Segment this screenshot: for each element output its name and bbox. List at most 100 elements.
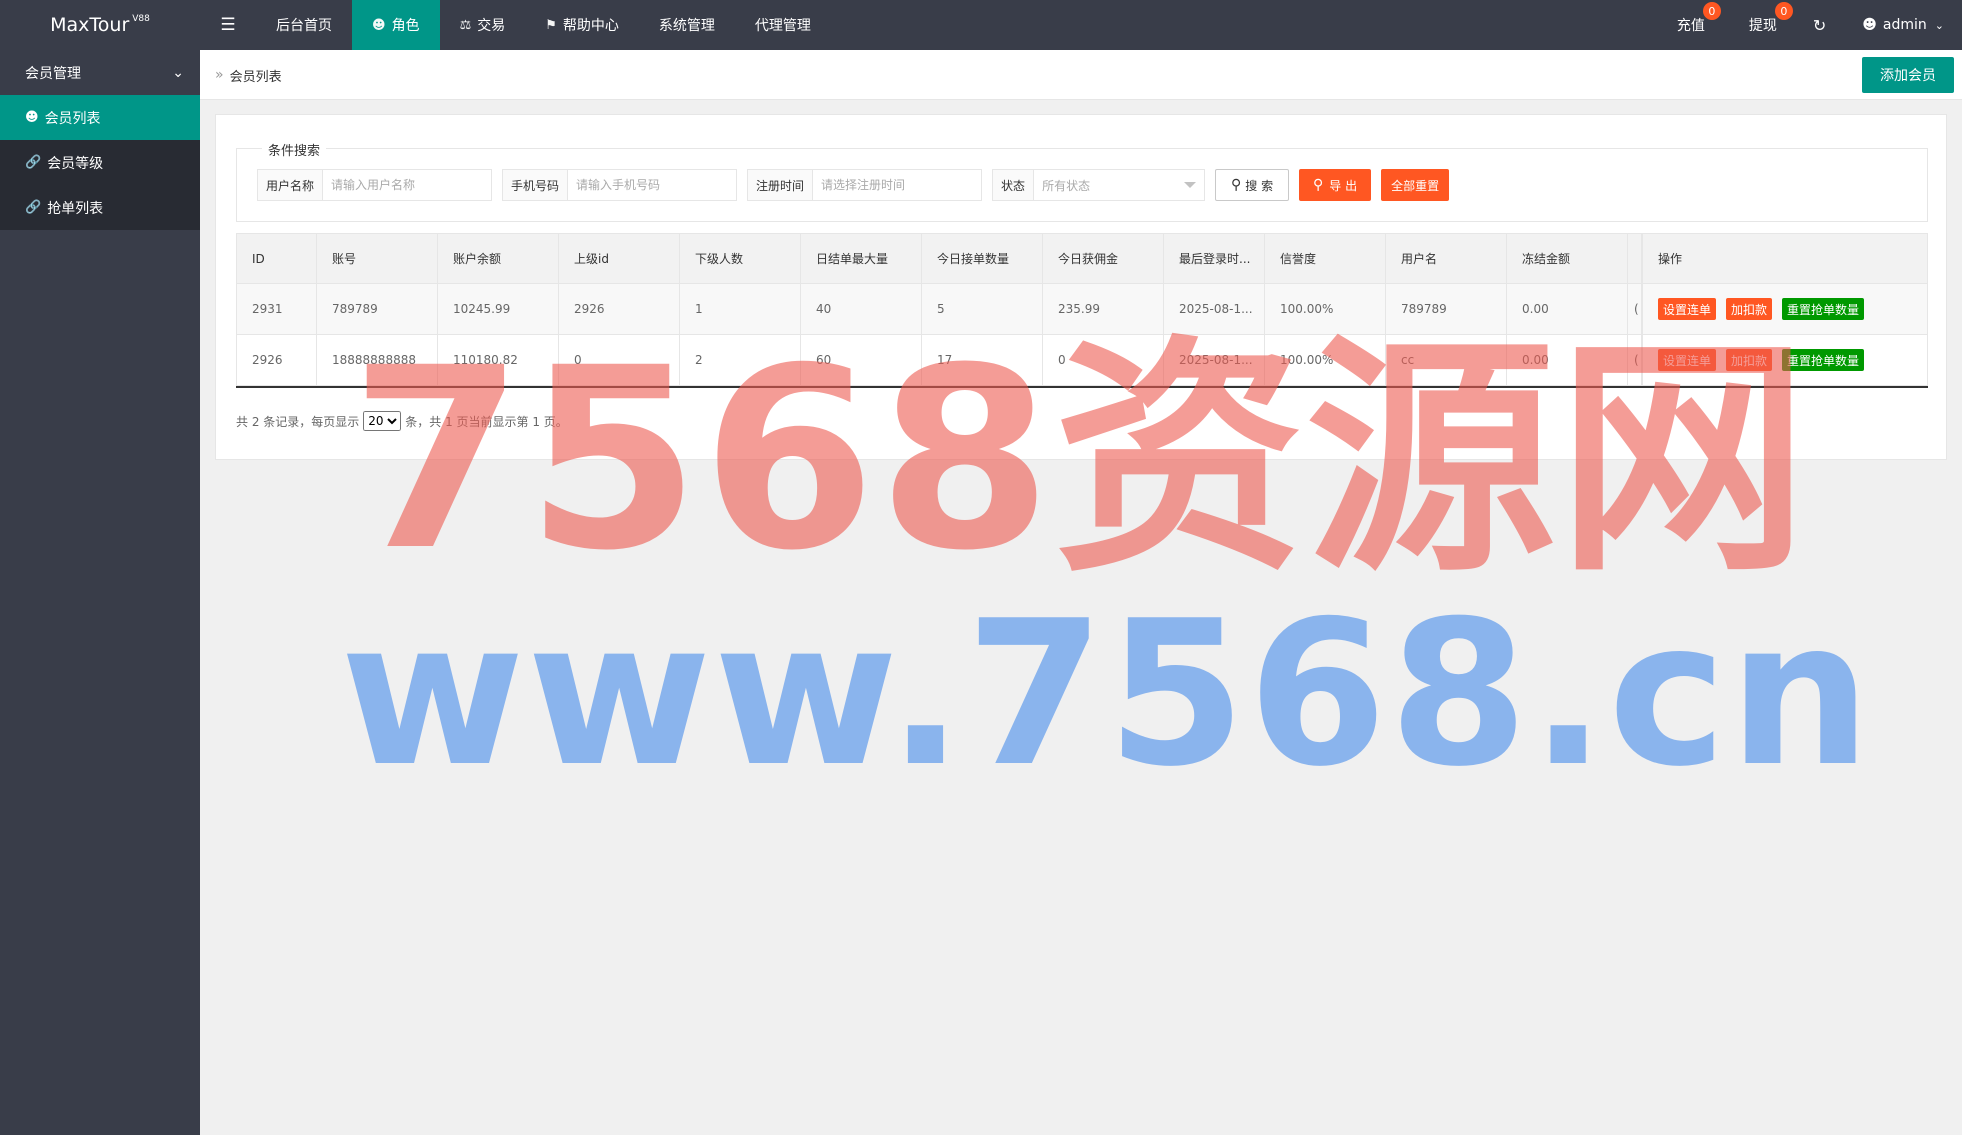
nav-label: 角色	[391, 18, 420, 34]
reset-grab-button[interactable]: 重置抢单数量	[1782, 349, 1865, 371]
search-filters: 用户名称 手机号码 注册时间 状态 所有状态 ⚲ 搜 索	[257, 169, 1459, 201]
breadcrumb-current[interactable]: 会员列表	[230, 66, 282, 85]
page-size-select[interactable]: 20	[363, 411, 402, 431]
nav-label: 后台首页	[276, 18, 332, 34]
table-cell: cc	[1386, 335, 1507, 385]
user-menu[interactable]: ☻ admin ⌄	[1840, 0, 1962, 50]
table-header[interactable]: 下级人数	[680, 234, 801, 283]
table-cell: 17	[922, 335, 1043, 385]
search-icon: ⚲	[1313, 177, 1324, 193]
search-legend: 条件搜索	[262, 140, 327, 159]
table-actions: 设置连单 加扣款 重置抢单数量	[1642, 335, 1928, 385]
username-input[interactable]	[323, 170, 492, 200]
table-header[interactable]: 上级id	[559, 234, 680, 283]
table-header[interactable]: 账号	[317, 234, 438, 283]
table-cell: 2025-08-1...	[1164, 335, 1265, 385]
add-member-button[interactable]: 添加会员	[1862, 57, 1954, 93]
flag-icon: ⚑	[545, 17, 557, 33]
table-cell: 0	[1043, 335, 1164, 385]
sidebar: 会员管理 ⌄ ☻ 会员列表 🔗 会员等级 🔗 抢单列表	[0, 50, 200, 1135]
link-icon: 🔗	[25, 200, 42, 215]
top-header: MaxTour V88 ☰ 后台首页 ☻ 角色 ⚖ 交易 ⚑ 帮助中心 系统管理 代理管…	[0, 0, 1962, 50]
user-icon: ☻	[25, 110, 39, 125]
search-button-label: 搜 索	[1245, 178, 1274, 193]
add-deduct-button[interactable]: 加扣款	[1726, 298, 1773, 320]
recharge-button[interactable]: 充值 0	[1655, 0, 1727, 50]
table-cell: 789789	[1386, 284, 1507, 334]
reset-all-label: 全部重置	[1391, 178, 1440, 193]
table-cell: 18888888888	[317, 335, 438, 385]
chevron-down-icon: ⌄	[172, 64, 184, 81]
sidebar-item-member-level[interactable]: 🔗 会员等级	[0, 140, 200, 185]
nav-item-home[interactable]: 后台首页	[256, 0, 352, 50]
nav-item-agent[interactable]: 代理管理	[735, 0, 831, 50]
export-button[interactable]: ⚲ 导 出	[1299, 169, 1372, 201]
table-row: 2931 789789 10245.99 2926 1 40 5 235.99 …	[236, 284, 1928, 335]
table-cell: (	[1628, 335, 1642, 385]
table-actions: 设置连单 加扣款 重置抢单数量	[1642, 284, 1928, 334]
table-cell: 100.00%	[1265, 335, 1386, 385]
table-header[interactable]: 今日获佣金	[1043, 234, 1164, 283]
table-header[interactable]: 冻结金额	[1507, 234, 1628, 283]
app-name: MaxTour	[50, 14, 130, 36]
table-cell: 0	[559, 335, 680, 385]
chevron-down-icon: ⌄	[1934, 18, 1944, 32]
table-cell: 2025-08-1...	[1164, 284, 1265, 334]
table-header[interactable]: 账户余额	[438, 234, 559, 283]
reset-all-button[interactable]: 全部重置	[1381, 169, 1450, 201]
watermark-url: www.7568.cn	[340, 578, 1874, 811]
user-icon: ☻	[1862, 17, 1877, 33]
status-select[interactable]: 所有状态	[1034, 170, 1204, 200]
table-row: 2926 18888888888 110180.82 0 2 60 17 0 2…	[236, 335, 1928, 386]
username: admin	[1882, 17, 1927, 33]
nav-item-help[interactable]: ⚑ 帮助中心	[525, 0, 639, 50]
sidebar-item-member-list[interactable]: ☻ 会员列表	[0, 95, 200, 140]
table-header[interactable]: 最后登录时...	[1164, 234, 1265, 283]
set-chain-button[interactable]: 设置连单	[1658, 298, 1717, 320]
regtime-filter: 注册时间	[747, 169, 983, 201]
set-chain-button[interactable]: 设置连单	[1658, 349, 1717, 371]
table-cell: 10245.99	[438, 284, 559, 334]
member-list-card: 条件搜索 用户名称 手机号码 注册时间 状态 所有状态	[215, 114, 1947, 460]
reset-grab-button[interactable]: 重置抢单数量	[1782, 298, 1865, 320]
username-label: 用户名称	[258, 170, 324, 200]
status-select-value: 所有状态	[1042, 178, 1091, 193]
pager-suffix: 条，共 1 页当前显示第 1 页。	[405, 414, 568, 429]
breadcrumb: » 会员列表	[215, 50, 282, 100]
table-header-row: ID 账号 账户余额 上级id 下级人数 日结单最大量 今日接单数量 今日获佣金…	[236, 233, 1928, 284]
sidebar-item-grab-list[interactable]: 🔗 抢单列表	[0, 185, 200, 230]
nav-item-role[interactable]: ☻ 角色	[352, 0, 440, 50]
sidebar-group-label: 会员管理	[25, 65, 81, 82]
table-header[interactable]: 日结单最大量	[801, 234, 922, 283]
table-header[interactable]: 用户名	[1386, 234, 1507, 283]
add-deduct-button[interactable]: 加扣款	[1726, 349, 1773, 371]
nav-label: 系统管理	[658, 18, 715, 34]
sidebar-submenu: ☻ 会员列表 🔗 会员等级 🔗 抢单列表	[0, 95, 200, 230]
refresh-icon[interactable]: ↻	[1799, 0, 1840, 50]
breadcrumb-bar: » 会员列表 添加会员	[200, 50, 1962, 100]
table-header[interactable]: 今日接单数量	[922, 234, 1043, 283]
user-icon: ☻	[372, 17, 386, 33]
table-header[interactable]: ID	[236, 234, 317, 283]
phone-label: 手机号码	[503, 170, 569, 200]
app-logo[interactable]: MaxTour V88	[0, 0, 200, 50]
nav-item-trade[interactable]: ⚖ 交易	[440, 0, 526, 50]
menu-toggle-icon[interactable]: ☰	[200, 0, 256, 50]
table-header[interactable]: 信誉度	[1265, 234, 1386, 283]
top-nav: 后台首页 ☻ 角色 ⚖ 交易 ⚑ 帮助中心 系统管理 代理管理	[256, 0, 831, 50]
sidebar-group-member[interactable]: 会员管理 ⌄	[0, 50, 200, 95]
withdraw-badge: 0	[1774, 2, 1793, 20]
status-label: 状态	[993, 170, 1035, 200]
regtime-input[interactable]	[813, 170, 982, 200]
table-cell: 5	[922, 284, 1043, 334]
nav-item-system[interactable]: 系统管理	[639, 0, 735, 50]
withdraw-button[interactable]: 提现 0	[1727, 0, 1799, 50]
phone-input[interactable]	[568, 170, 737, 200]
link-icon: 🔗	[25, 155, 42, 170]
member-table: ID 账号 账户余额 上级id 下级人数 日结单最大量 今日接单数量 今日获佣金…	[236, 233, 1928, 388]
search-button[interactable]: ⚲ 搜 索	[1215, 169, 1290, 201]
scale-icon: ⚖	[459, 17, 472, 33]
table-cell: 789789	[317, 284, 438, 334]
table-cell: (	[1628, 284, 1642, 334]
sidebar-item-label: 会员列表	[44, 110, 101, 127]
